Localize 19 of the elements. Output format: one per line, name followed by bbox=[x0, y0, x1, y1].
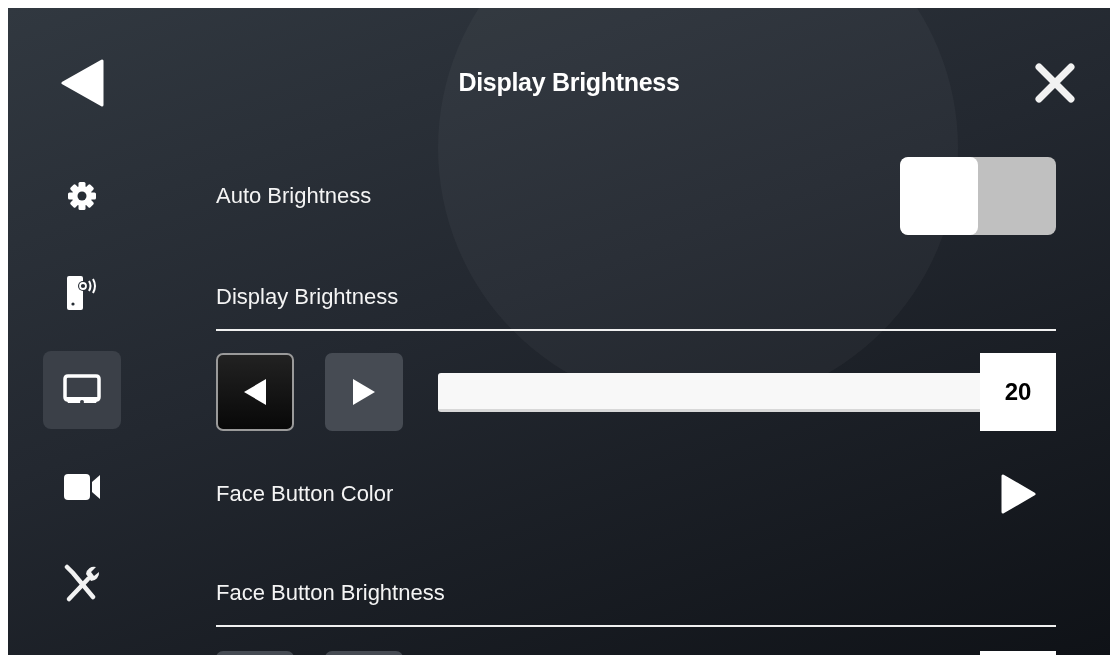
sidebar-item[interactable] bbox=[43, 351, 121, 429]
setting-label: Face Button Color bbox=[216, 480, 394, 507]
back-button[interactable] bbox=[60, 58, 104, 107]
tools-icon bbox=[62, 564, 102, 604]
close-button[interactable] bbox=[1034, 61, 1076, 104]
phone-signal-icon bbox=[66, 275, 98, 311]
toggle-switch[interactable] bbox=[900, 157, 1056, 235]
decrease-button[interactable] bbox=[216, 353, 294, 431]
video-camera-icon bbox=[63, 473, 101, 501]
right-triangle-icon bbox=[351, 377, 377, 407]
section-heading: Face Button Brightness bbox=[216, 580, 445, 605]
increase-button[interactable] bbox=[325, 353, 403, 431]
value-display: 20 bbox=[980, 353, 1056, 431]
page-title: Display Brightness bbox=[458, 68, 680, 97]
left-triangle-icon bbox=[242, 377, 268, 407]
slider-fill[interactable] bbox=[438, 372, 980, 412]
section-heading: Display Brightness bbox=[216, 284, 399, 309]
chevron-right-icon[interactable] bbox=[1000, 472, 1036, 515]
setting-label: Auto Brightness bbox=[216, 183, 372, 209]
